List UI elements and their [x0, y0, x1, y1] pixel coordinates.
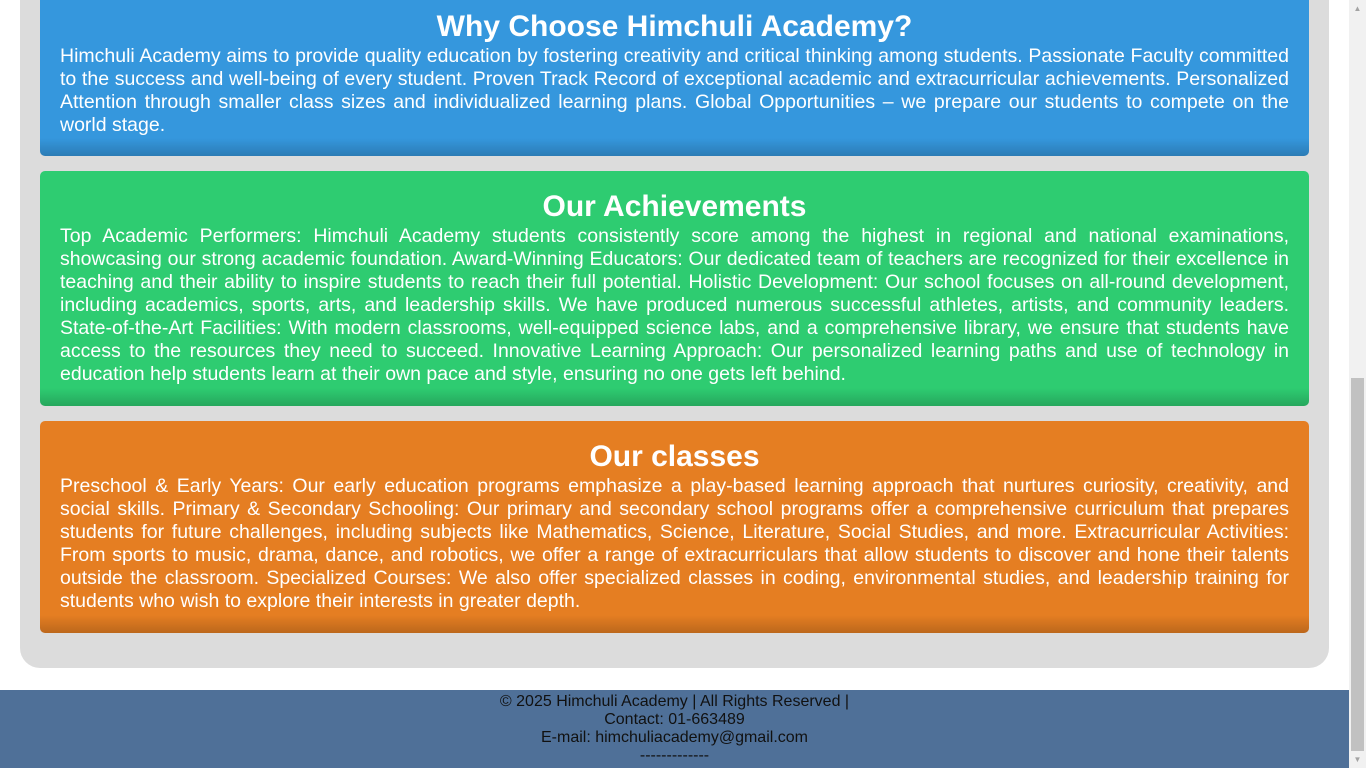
scroll-down-arrow-icon[interactable]: ▼: [1349, 751, 1366, 768]
content-container: Why Choose Himchuli Academy? Himchuli Ac…: [20, 0, 1329, 668]
footer-copyright: © 2025 Himchuli Academy | All Rights Res…: [499, 693, 850, 710]
classes-heading: Our classes: [589, 440, 760, 473]
achievements-text: Top Academic Performers: Himchuli Academ…: [60, 225, 1289, 385]
footer-divider: -------------: [639, 747, 710, 764]
achievements-heading: Our Achievements: [542, 190, 807, 223]
classes-text: Preschool & Early Years: Our early educa…: [60, 475, 1289, 612]
footer-contact: Contact: 01-663489: [604, 711, 745, 728]
classes-section: Our classes Preschool & Early Years: Our…: [40, 421, 1309, 633]
why-choose-text: Himchuli Academy aims to provide quality…: [60, 45, 1289, 136]
browser-viewport: Why Choose Himchuli Academy? Himchuli Ac…: [0, 0, 1366, 768]
why-choose-heading: Why Choose Himchuli Academy?: [436, 10, 913, 43]
why-choose-section: Why Choose Himchuli Academy? Himchuli Ac…: [40, 0, 1309, 156]
footer-email: E-mail: himchuliacademy@gmail.com: [541, 729, 808, 746]
achievements-section: Our Achievements Top Academic Performers…: [40, 171, 1309, 406]
scrollbar-thumb[interactable]: [1351, 378, 1364, 751]
vertical-scrollbar[interactable]: ▲ ▼: [1349, 0, 1366, 768]
page: Why Choose Himchuli Academy? Himchuli Ac…: [0, 0, 1349, 768]
site-footer: © 2025 Himchuli Academy | All Rights Res…: [0, 690, 1349, 768]
scroll-up-arrow-icon[interactable]: ▲: [1349, 0, 1366, 17]
